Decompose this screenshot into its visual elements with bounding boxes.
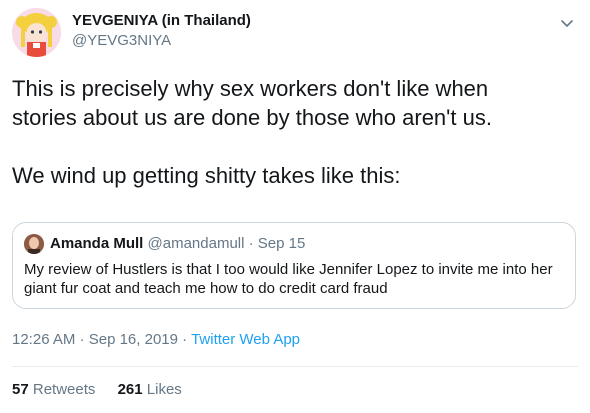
tweet-text-line: We wind up getting shitty takes like thi… (12, 163, 401, 188)
likes-count: 261 (117, 381, 143, 398)
quoted-header: Amanda Mull @amandamull · Sep 15 (50, 234, 305, 254)
author-display-name[interactable]: YEVGENIYA (in Thailand) (72, 11, 251, 31)
tweet-date[interactable]: Sep 16, 2019 (89, 331, 178, 348)
retweets-label: Retweets (32, 381, 96, 398)
quoted-author-avatar (24, 234, 44, 254)
quoted-author-name: Amanda Mull (50, 235, 144, 252)
tweet-meta: 12:26 AM · Sep 16, 2019 · Twitter Web Ap… (12, 330, 300, 350)
likes-stat[interactable]: 261 Likes (118, 380, 182, 400)
retweets-count: 57 (12, 381, 29, 398)
separator-dot: · (248, 235, 254, 252)
quoted-tweet[interactable]: Amanda Mull @amandamull · Sep 15 My revi… (12, 222, 576, 309)
tweet-card: YEVGENIYA (in Thailand) @YEVG3NIYA This … (0, 0, 590, 413)
author-handle[interactable]: @YEVG3NIYA (72, 31, 251, 51)
tweet-time[interactable]: 12:26 AM (12, 331, 75, 348)
tweet-text: This is precisely why sex workers don't … (12, 74, 572, 190)
quoted-text: My review of Hustlers is that I too woul… (24, 260, 564, 298)
tweet-stats: 57 Retweets 261 Likes (12, 380, 200, 400)
source-app-link[interactable]: Twitter Web App (191, 331, 300, 348)
quoted-text-line: My review of Hustlers is that I too woul… (24, 261, 553, 278)
quoted-author-handle: @amandamull (147, 235, 245, 252)
likes-label: Likes (146, 381, 182, 398)
divider (12, 366, 578, 367)
quoted-date: Sep 15 (257, 235, 306, 252)
quoted-text-line: giant fur coat and teach me how to do cr… (24, 280, 388, 297)
person-avatar-icon (24, 234, 44, 254)
author-info: YEVGENIYA (in Thailand) @YEVG3NIYA (72, 11, 251, 51)
tweet-text-line: stories about us are done by those who a… (12, 105, 492, 130)
author-avatar[interactable] (12, 8, 61, 57)
retweets-stat[interactable]: 57 Retweets (12, 380, 95, 400)
tweet-header: YEVGENIYA (in Thailand) @YEVG3NIYA (12, 8, 578, 64)
cartoon-avatar-icon (12, 8, 61, 57)
separator-dot: · (79, 331, 85, 348)
separator-dot: · (182, 331, 188, 348)
tweet-text-line: This is precisely why sex workers don't … (12, 76, 489, 101)
chevron-down-icon[interactable] (558, 14, 576, 32)
